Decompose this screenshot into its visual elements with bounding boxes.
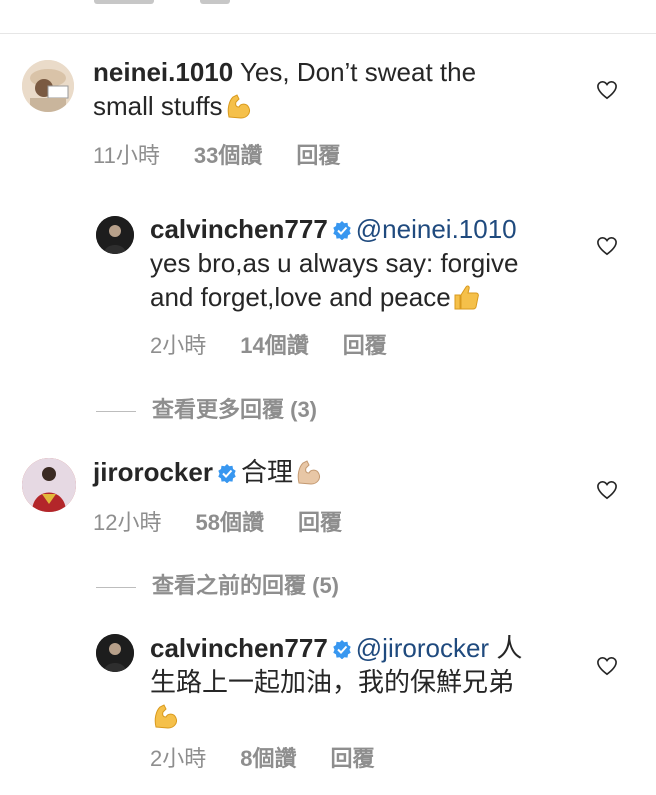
mention-link[interactable]: @neinei.1010 [356,214,517,244]
avatar[interactable] [22,60,74,112]
thumbs-up-emoji [454,285,479,310]
avatar[interactable] [96,216,134,254]
reply-button[interactable]: 回覆 [343,333,387,358]
like-count[interactable]: 58個讚 [195,510,263,535]
view-more-replies-label: 查看更多回覆 (3) [152,397,318,422]
view-previous-replies-button[interactable]: 查看之前的回覆 (5) [96,568,339,600]
comment-text: neinei.1010 Yes, Don’t sweat the small s… [93,55,583,123]
comment-time: 12小時 [93,510,162,535]
flexed-biceps-emoji [227,94,250,119]
flexed-biceps-emoji [297,460,320,485]
comment-text: calvinchen777 @jirorocker 人 生路上一起加油，我的保鮮兄… [150,631,580,733]
comment-text: calvinchen777 @neinei.1010 yes bro,as u a… [150,212,580,314]
comment-body-line1: yes bro,as u always say: forgive [150,248,519,278]
avatar[interactable] [22,458,76,512]
verified-badge-icon [218,464,236,483]
comment-body-line2: and forget,love and peace [150,282,451,312]
heart-icon[interactable] [596,236,618,256]
like-count[interactable]: 8個讚 [240,746,296,771]
like-count[interactable]: 14個讚 [240,333,308,358]
comment-body-line2: 生路上一起加油，我的保鮮兄弟 [150,667,515,697]
comment-body-line2: small stuffs [93,91,223,121]
comment-time: 2小時 [150,333,207,358]
comment-body-line1: Yes, Don’t sweat the [239,57,477,87]
reply-button[interactable]: 回覆 [296,143,340,168]
comment-meta: 11小時 33個讚 回覆 [93,138,374,170]
comment-time: 11小時 [93,143,160,168]
comment-time: 2小時 [150,746,207,771]
comment-username[interactable]: neinei.1010 [93,57,233,87]
comment-meta: 2小時 14個讚 回覆 [150,328,421,360]
like-count[interactable]: 33個讚 [194,143,262,168]
flexed-biceps-emoji [154,704,177,729]
divider [0,33,656,34]
avatar[interactable] [96,634,134,672]
mention-link[interactable]: @jirorocker [356,633,489,663]
reply-button[interactable]: 回覆 [331,746,375,771]
comment-meta: 2小時 8個讚 回覆 [150,741,409,773]
view-more-replies-button[interactable]: 查看更多回覆 (3) [96,392,317,424]
heart-icon[interactable] [596,80,618,100]
comment-username[interactable]: calvinchen777 [150,214,328,244]
heart-icon[interactable] [596,480,618,500]
comment-meta: 12小時 58個讚 回覆 [93,505,376,537]
comment-username[interactable]: jirorocker [93,457,213,487]
divider-line [96,410,136,412]
comment-username[interactable]: calvinchen777 [150,633,328,663]
comment-body: 合理 [240,457,293,487]
verified-badge-icon [333,221,351,240]
verified-badge-icon [333,640,351,659]
comment-text: jirorocker 合理 [93,455,583,489]
reply-button[interactable]: 回覆 [298,510,342,535]
divider-line [96,586,136,588]
comment-body-line1: 人 [496,633,523,663]
view-previous-replies-label: 查看之前的回覆 (5) [152,573,340,598]
heart-icon[interactable] [596,656,618,676]
previous-comment-meta-clipped [0,0,656,12]
